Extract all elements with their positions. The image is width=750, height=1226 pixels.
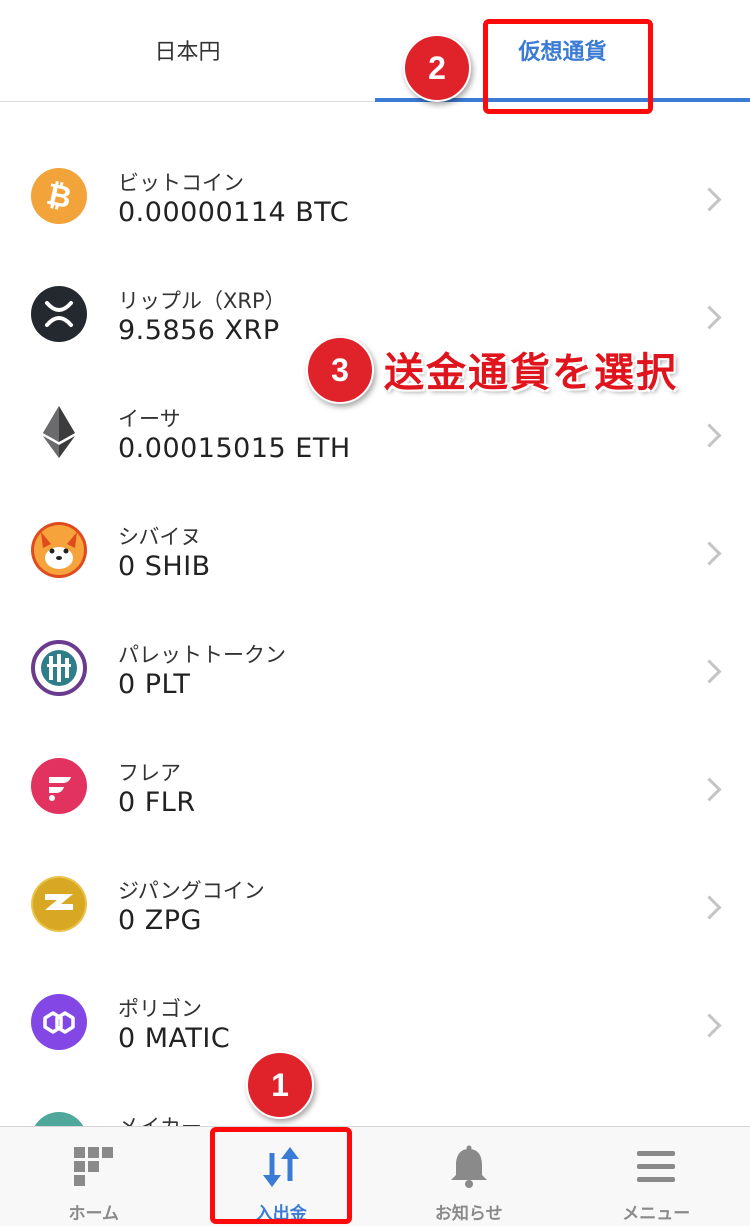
list-item-matic[interactable]: ポリゴン 0 MATIC xyxy=(0,927,750,1054)
chevron-right-icon xyxy=(697,1013,722,1038)
coin-name: ビットコイン xyxy=(118,171,244,195)
palette-token-icon xyxy=(31,640,87,696)
zipang-coin-icon xyxy=(31,876,87,932)
coin-name: イーサ xyxy=(118,407,181,431)
nav-home-label: ホーム xyxy=(68,1204,120,1224)
chevron-right-icon xyxy=(697,423,722,448)
ethereum-icon xyxy=(31,404,87,460)
bitcoin-icon: ₿ xyxy=(31,168,87,224)
nav-menu[interactable]: メニュー xyxy=(563,1127,750,1226)
instruction-callout: 送金通貨を選択 xyxy=(384,350,678,396)
step-badge-3: 3 xyxy=(306,336,374,404)
menu-icon xyxy=(637,1151,676,1182)
chevron-right-icon xyxy=(697,895,722,920)
nav-home[interactable]: ホーム xyxy=(0,1127,188,1226)
bell-icon xyxy=(450,1145,487,1188)
coin-name: シバイヌ xyxy=(118,525,202,549)
coin-name: フレア xyxy=(118,761,181,785)
list-item-xrp[interactable]: リップル（XRP） 9.5856 XRP xyxy=(0,219,750,346)
xrp-icon xyxy=(31,286,87,342)
list-item-flr[interactable]: フレア 0 FLR xyxy=(0,691,750,818)
coin-name: パレットトークン xyxy=(118,643,286,667)
shiba-inu-icon xyxy=(31,522,87,578)
home-icon xyxy=(73,1147,113,1186)
step-badge-2: 2 xyxy=(403,34,471,102)
coin-name: ポリゴン xyxy=(118,997,202,1021)
highlight-box-crypto-tab xyxy=(483,19,653,114)
coin-list: ₿ ビットコイン 0.00000114 BTC リップル（XRP） 9.5856… xyxy=(0,101,750,1168)
screen: 日本円 仮想通貨 ₿ ビットコイン 0.00000114 BTC リップル（XR… xyxy=(0,0,750,1226)
coin-name: ジパングコイン xyxy=(118,879,265,903)
chevron-right-icon xyxy=(697,541,722,566)
flare-icon xyxy=(31,758,87,814)
tab-jpy[interactable]: 日本円 xyxy=(0,0,375,101)
chevron-right-icon xyxy=(697,777,722,802)
coin-name: リップル（XRP） xyxy=(118,289,286,313)
chevron-right-icon xyxy=(697,305,722,330)
nav-notifications-label: お知らせ xyxy=(434,1204,503,1224)
bottom-nav: ホーム 入出金 お知らせ メニュー xyxy=(0,1126,750,1226)
polygon-icon xyxy=(31,994,87,1050)
chevron-right-icon xyxy=(697,187,722,212)
list-item-zpg[interactable]: ジパングコイン 0 ZPG xyxy=(0,809,750,936)
list-item-btc[interactable]: ₿ ビットコイン 0.00000114 BTC xyxy=(0,101,750,228)
list-item-plt[interactable]: パレットトークン 0 PLT xyxy=(0,573,750,700)
highlight-box-deposit-nav xyxy=(210,1127,352,1224)
svg-text:₿: ₿ xyxy=(43,177,74,216)
list-item-shib[interactable]: シバイヌ 0 SHIB xyxy=(0,455,750,582)
tab-jpy-label: 日本円 xyxy=(154,39,221,65)
step-badge-1: 1 xyxy=(246,1051,314,1119)
nav-notifications[interactable]: お知らせ xyxy=(375,1127,563,1226)
nav-menu-label: メニュー xyxy=(622,1204,691,1224)
chevron-right-icon xyxy=(697,659,722,684)
